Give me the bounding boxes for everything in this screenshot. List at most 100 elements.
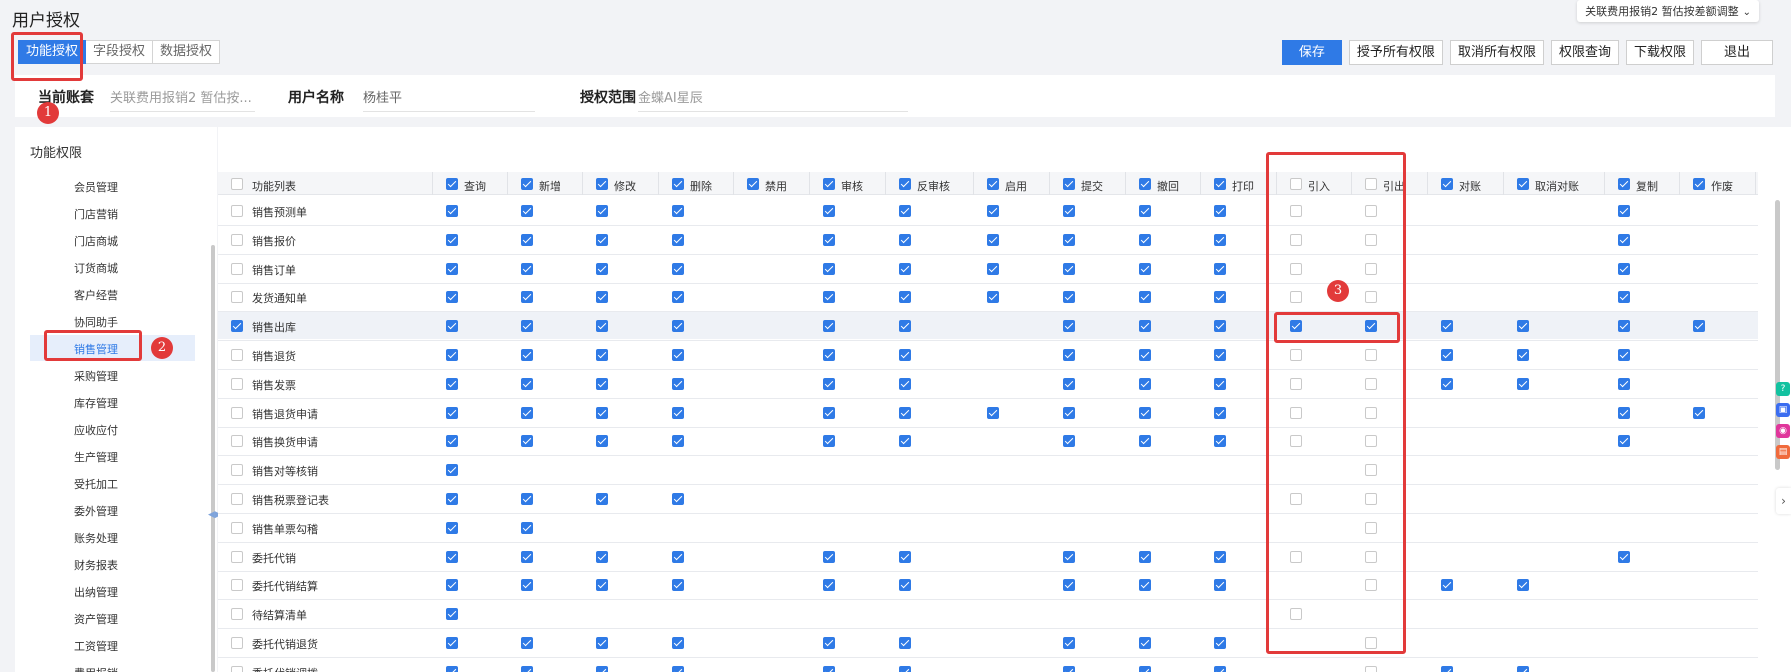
- row-select-checkbox[interactable]: [231, 522, 243, 534]
- permission-checkbox[interactable]: [446, 464, 458, 476]
- permission-checkbox[interactable]: [446, 320, 458, 332]
- permission-checkbox[interactable]: [1618, 320, 1630, 332]
- permission-checkbox[interactable]: [823, 349, 835, 361]
- chat-icon[interactable]: ▣: [1776, 403, 1790, 417]
- permission-checkbox[interactable]: [1618, 551, 1630, 563]
- gift-icon[interactable]: ▤: [1776, 445, 1790, 459]
- permission-checkbox[interactable]: [1618, 205, 1630, 217]
- permission-checkbox[interactable]: [823, 579, 835, 591]
- column-checkbox[interactable]: [987, 178, 999, 190]
- permission-checkbox[interactable]: [521, 320, 533, 332]
- permission-checkbox[interactable]: [899, 666, 911, 672]
- permission-checkbox[interactable]: [899, 291, 911, 303]
- permission-checkbox[interactable]: [1517, 579, 1529, 591]
- sidebar-item-module[interactable]: 库存管理: [74, 395, 118, 411]
- permission-checkbox[interactable]: [596, 263, 608, 275]
- permission-checkbox[interactable]: [521, 522, 533, 534]
- permission-query-button[interactable]: 权限查询: [1550, 40, 1619, 65]
- permission-checkbox[interactable]: [823, 551, 835, 563]
- permission-checkbox[interactable]: [823, 435, 835, 447]
- permission-checkbox[interactable]: [1063, 291, 1075, 303]
- sidebar-item-module[interactable]: 账务处理: [74, 530, 118, 546]
- permission-checkbox[interactable]: [899, 378, 911, 390]
- permission-checkbox[interactable]: [672, 551, 684, 563]
- row-select-checkbox[interactable]: [231, 435, 243, 447]
- permission-checkbox[interactable]: [1139, 320, 1151, 332]
- permission-checkbox[interactable]: [672, 234, 684, 246]
- permission-checkbox[interactable]: [1365, 666, 1377, 672]
- permission-checkbox[interactable]: [672, 263, 684, 275]
- permission-checkbox[interactable]: [1517, 666, 1529, 672]
- left-scrollbar[interactable]: [211, 245, 215, 672]
- row-select-checkbox[interactable]: [231, 349, 243, 361]
- permission-checkbox[interactable]: [596, 637, 608, 649]
- row-select-checkbox[interactable]: [231, 608, 243, 620]
- sidebar-item-module[interactable]: 委外管理: [74, 503, 118, 519]
- permission-checkbox[interactable]: [521, 666, 533, 672]
- permission-checkbox[interactable]: [1063, 551, 1075, 563]
- permission-checkbox[interactable]: [1214, 666, 1226, 672]
- permission-checkbox[interactable]: [823, 320, 835, 332]
- permission-checkbox[interactable]: [596, 378, 608, 390]
- row-select-checkbox[interactable]: [231, 378, 243, 390]
- permission-checkbox[interactable]: [1441, 320, 1453, 332]
- permission-checkbox[interactable]: [446, 205, 458, 217]
- permission-checkbox[interactable]: [446, 493, 458, 505]
- permission-checkbox[interactable]: [1214, 378, 1226, 390]
- permission-checkbox[interactable]: [521, 435, 533, 447]
- permission-checkbox[interactable]: [446, 349, 458, 361]
- permission-checkbox[interactable]: [672, 493, 684, 505]
- row-select-checkbox[interactable]: [231, 464, 243, 476]
- permission-checkbox[interactable]: [1139, 579, 1151, 591]
- permission-checkbox[interactable]: [1139, 407, 1151, 419]
- permission-checkbox[interactable]: [1214, 579, 1226, 591]
- permission-checkbox[interactable]: [446, 407, 458, 419]
- permission-checkbox[interactable]: [823, 205, 835, 217]
- permission-checkbox[interactable]: [521, 579, 533, 591]
- permission-checkbox[interactable]: [596, 320, 608, 332]
- permission-checkbox[interactable]: [1214, 637, 1226, 649]
- permission-checkbox[interactable]: [1063, 407, 1075, 419]
- permission-checkbox[interactable]: [899, 263, 911, 275]
- permission-checkbox[interactable]: [1214, 291, 1226, 303]
- permission-checkbox[interactable]: [521, 407, 533, 419]
- column-checkbox[interactable]: [899, 178, 911, 190]
- permission-checkbox[interactable]: [672, 579, 684, 591]
- column-checkbox[interactable]: [672, 178, 684, 190]
- permission-checkbox[interactable]: [446, 522, 458, 534]
- permission-checkbox[interactable]: [521, 378, 533, 390]
- permission-checkbox[interactable]: [987, 263, 999, 275]
- permission-checkbox[interactable]: [446, 263, 458, 275]
- tab-field-auth[interactable]: 字段授权: [86, 40, 154, 64]
- permission-checkbox[interactable]: [1063, 234, 1075, 246]
- permission-checkbox[interactable]: [1063, 666, 1075, 672]
- row-select-checkbox[interactable]: [231, 579, 243, 591]
- sidebar-item-module[interactable]: 门店营销: [74, 206, 118, 222]
- permission-checkbox[interactable]: [596, 579, 608, 591]
- sidebar-item-module[interactable]: 订货商城: [74, 260, 118, 276]
- permission-checkbox[interactable]: [1214, 551, 1226, 563]
- sidebar-item-module[interactable]: 会员管理: [74, 179, 118, 195]
- sidebar-item-module[interactable]: 费用报销: [74, 665, 118, 672]
- save-button[interactable]: 保存: [1281, 40, 1342, 65]
- permission-checkbox[interactable]: [672, 320, 684, 332]
- permission-checkbox[interactable]: [1139, 551, 1151, 563]
- permission-checkbox[interactable]: [899, 320, 911, 332]
- row-select-checkbox[interactable]: [231, 320, 243, 332]
- permission-checkbox[interactable]: [1139, 666, 1151, 672]
- permission-checkbox[interactable]: [1214, 435, 1226, 447]
- permission-checkbox[interactable]: [1214, 320, 1226, 332]
- permission-checkbox[interactable]: [596, 493, 608, 505]
- permission-checkbox[interactable]: [987, 407, 999, 419]
- row-select-checkbox[interactable]: [231, 234, 243, 246]
- permission-checkbox[interactable]: [446, 666, 458, 672]
- permission-checkbox[interactable]: [1214, 407, 1226, 419]
- sidebar-item-module[interactable]: 资产管理: [74, 611, 118, 627]
- tab-data-auth[interactable]: 数据授权: [153, 40, 221, 64]
- permission-checkbox[interactable]: [899, 205, 911, 217]
- permission-checkbox[interactable]: [1214, 263, 1226, 275]
- permission-checkbox[interactable]: [1441, 378, 1453, 390]
- permission-checkbox[interactable]: [446, 637, 458, 649]
- permission-checkbox[interactable]: [521, 493, 533, 505]
- column-checkbox[interactable]: [1139, 178, 1151, 190]
